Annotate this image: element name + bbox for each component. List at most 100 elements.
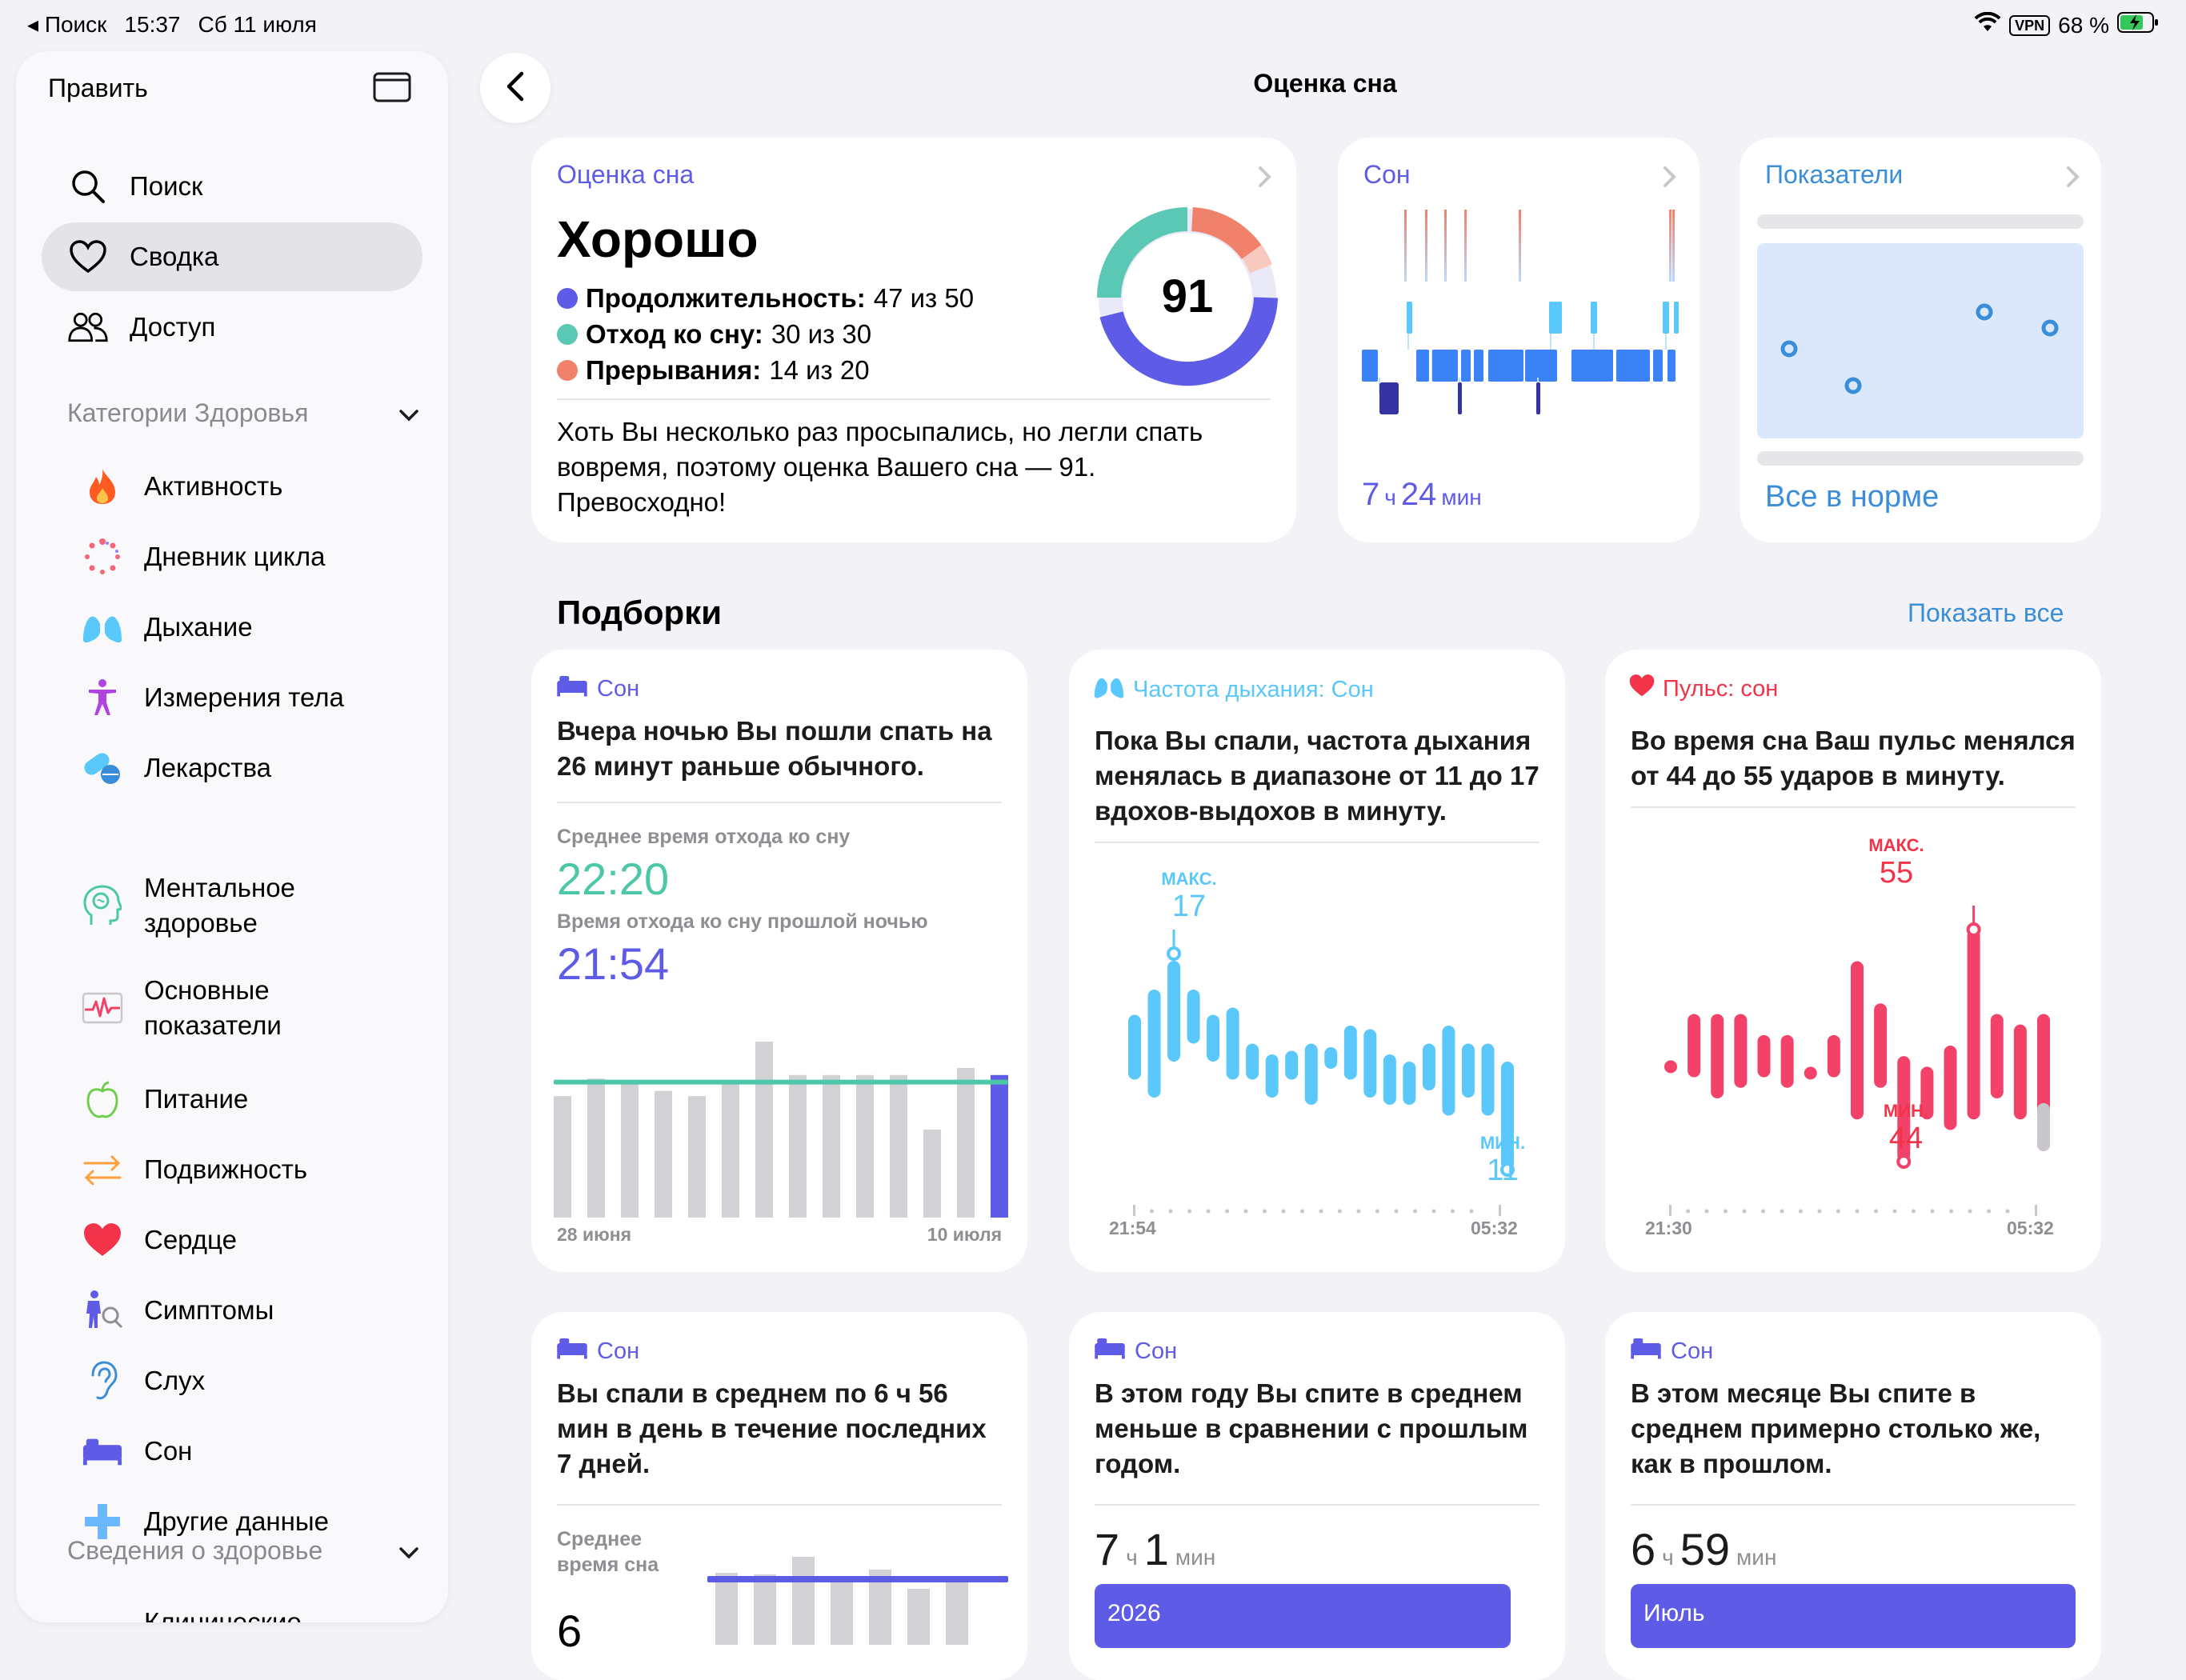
highlight-respiratory-card[interactable]: Частота дыхания: Сон Пока Вы спали, част… — [1069, 650, 1565, 1272]
year-bar: 2026 — [1095, 1584, 1511, 1648]
ear-icon — [82, 1360, 123, 1402]
chart-start-label: 21:30 — [1645, 1218, 1692, 1238]
range-bar — [1265, 1054, 1279, 1098]
highlight-bedtime-card[interactable]: Сон Вчера ночью Вы пошли спать на 26 мин… — [531, 650, 1027, 1272]
symptoms-icon — [82, 1290, 123, 1331]
duration-label: Продолжительность: — [586, 283, 866, 313]
category-body-measurements[interactable]: Измерения тела — [42, 677, 422, 718]
sidebar-toggle-icon[interactable] — [373, 72, 411, 102]
category-label: Питание — [144, 1084, 249, 1114]
category-mobility[interactable]: Подвижность — [42, 1149, 422, 1190]
categories-header[interactable]: Категории Здоровья — [67, 398, 419, 428]
back-to-app-link[interactable]: ◂ Поиск — [27, 11, 106, 38]
highlight-month-card[interactable]: Сон В этом месяце Вы спите в среднем при… — [1605, 1312, 2101, 1680]
range-bar — [1990, 1014, 2004, 1098]
range-bar — [1827, 1034, 1840, 1078]
lungs-icon — [1093, 674, 1125, 706]
vitals-status: Все в норме — [1765, 480, 1940, 514]
category-label: Другие данные — [144, 1506, 329, 1536]
axis-dot — [1742, 1209, 1747, 1214]
axis-dot — [1761, 1209, 1765, 1214]
category-sleep[interactable]: Сон — [42, 1430, 422, 1472]
axis-dot — [1930, 1209, 1935, 1214]
range-bar — [1688, 1014, 1701, 1078]
range-bar — [1944, 1046, 1957, 1130]
axis-dot — [1150, 1209, 1154, 1214]
vpn-badge: VPN — [2009, 14, 2051, 36]
category-nutrition[interactable]: Питание — [42, 1078, 422, 1120]
chevron-down-icon[interactable] — [398, 398, 419, 428]
card-header: Сон — [1363, 160, 1411, 189]
category-clinical[interactable]: Клинические — [42, 1602, 422, 1622]
chevron-left-icon — [506, 70, 525, 106]
divider — [1095, 842, 1539, 843]
back-button[interactable] — [480, 53, 551, 123]
average-line — [554, 1079, 1008, 1085]
category-respiratory[interactable]: Дыхание — [42, 606, 422, 648]
axis-dot — [1206, 1209, 1211, 1214]
sidebar-item-label: Поиск — [130, 171, 203, 201]
bedtime-label: Отход ко сну: — [586, 319, 763, 349]
chevron-down-icon[interactable] — [398, 1536, 419, 1566]
range-bar — [1711, 1014, 1724, 1098]
highlight-pulse-card[interactable]: Пульс: сон Во время сна Ваш пульс менялс… — [1605, 650, 2101, 1272]
range-bar — [1780, 1034, 1794, 1088]
card-header: Частота дыхания: Сон — [1093, 674, 1374, 706]
sidebar-item-sharing[interactable]: Доступ — [42, 293, 422, 362]
chevron-right-icon — [1259, 166, 1271, 187]
bedtime-bar — [823, 1074, 840, 1218]
month-avg-sleep: 6 ч 59 мин — [1631, 1523, 1776, 1575]
chart-end-label: 10 июля — [927, 1224, 1002, 1245]
range-bar — [1804, 1066, 1817, 1080]
range-bar — [1422, 1043, 1435, 1090]
axis-dot — [2005, 1209, 2010, 1214]
category-medications[interactable]: Лекарства — [42, 747, 422, 789]
card-header: Сон — [555, 674, 639, 704]
category-hearing[interactable]: Слух — [42, 1360, 422, 1402]
card-header: Сон — [1629, 1336, 1713, 1366]
axis-dot — [1874, 1209, 1878, 1214]
show-all-link[interactable]: Показать все — [1908, 598, 2064, 628]
axis-dot — [1375, 1209, 1379, 1214]
min-value: 44 — [1888, 1122, 1924, 1155]
sleep-duration: 7 ч 24 мин — [1362, 477, 1482, 513]
min-label: МИН. — [1883, 1101, 1929, 1121]
edit-button[interactable]: Править — [48, 74, 148, 103]
last-bedtime-label: Время отхода ко сну прошлой ночью — [557, 910, 928, 933]
max-marker — [1167, 946, 1182, 961]
bed-icon — [1093, 1336, 1127, 1366]
avg-sleep-label: Среднее время сна — [557, 1528, 659, 1576]
category-mental-health[interactable]: Ментальное здоровье — [42, 870, 422, 941]
bedtime-bar — [587, 1078, 605, 1218]
sidebar-item-search[interactable]: Поиск — [42, 152, 422, 221]
health-records-header[interactable]: Сведения о здоровье — [67, 1536, 419, 1566]
category-activity[interactable]: Активность — [42, 466, 422, 507]
search-icon — [67, 166, 109, 207]
card-header: Сон — [1093, 1336, 1177, 1366]
clinical-icon — [82, 1602, 123, 1622]
bedtime-bar — [957, 1068, 975, 1218]
bed-icon — [1629, 1336, 1663, 1366]
sleep-minutes: 24 — [1400, 477, 1437, 512]
highlight-week-card[interactable]: Сон Вы спали в среднем по 6 ч 56 мин в д… — [531, 1312, 1027, 1680]
axis-dot — [1394, 1209, 1399, 1214]
category-cycle[interactable]: Дневник цикла — [42, 536, 422, 578]
bedtime-bar — [722, 1082, 739, 1218]
sleep-card[interactable]: Сон 7 ч 24 мин — [1338, 138, 1700, 542]
range-point — [1664, 1060, 1677, 1074]
range-bar — [1874, 1003, 1888, 1088]
axis-dot — [1338, 1209, 1342, 1214]
divider — [1631, 806, 2076, 808]
category-symptoms[interactable]: Симптомы — [42, 1290, 422, 1331]
sidebar-item-summary[interactable]: Сводка — [42, 222, 422, 291]
category-heart[interactable]: Сердце — [42, 1219, 422, 1261]
category-vitals[interactable]: Основные показатели — [42, 973, 422, 1043]
score-value: 91 — [1162, 270, 1214, 322]
range-bar — [1285, 1050, 1299, 1080]
month-hours: 6 — [1631, 1524, 1656, 1574]
range-bar — [1246, 1043, 1259, 1080]
score-rating: Хорошо — [557, 210, 759, 268]
highlight-year-card[interactable]: Сон В этом году Вы спите в среднем меньш… — [1069, 1312, 1565, 1680]
sleep-score-card[interactable]: Оценка сна Хорошо Продолжительность: 47 … — [531, 138, 1296, 542]
vitals-card[interactable]: Показатели Все в норме — [1740, 138, 2101, 542]
